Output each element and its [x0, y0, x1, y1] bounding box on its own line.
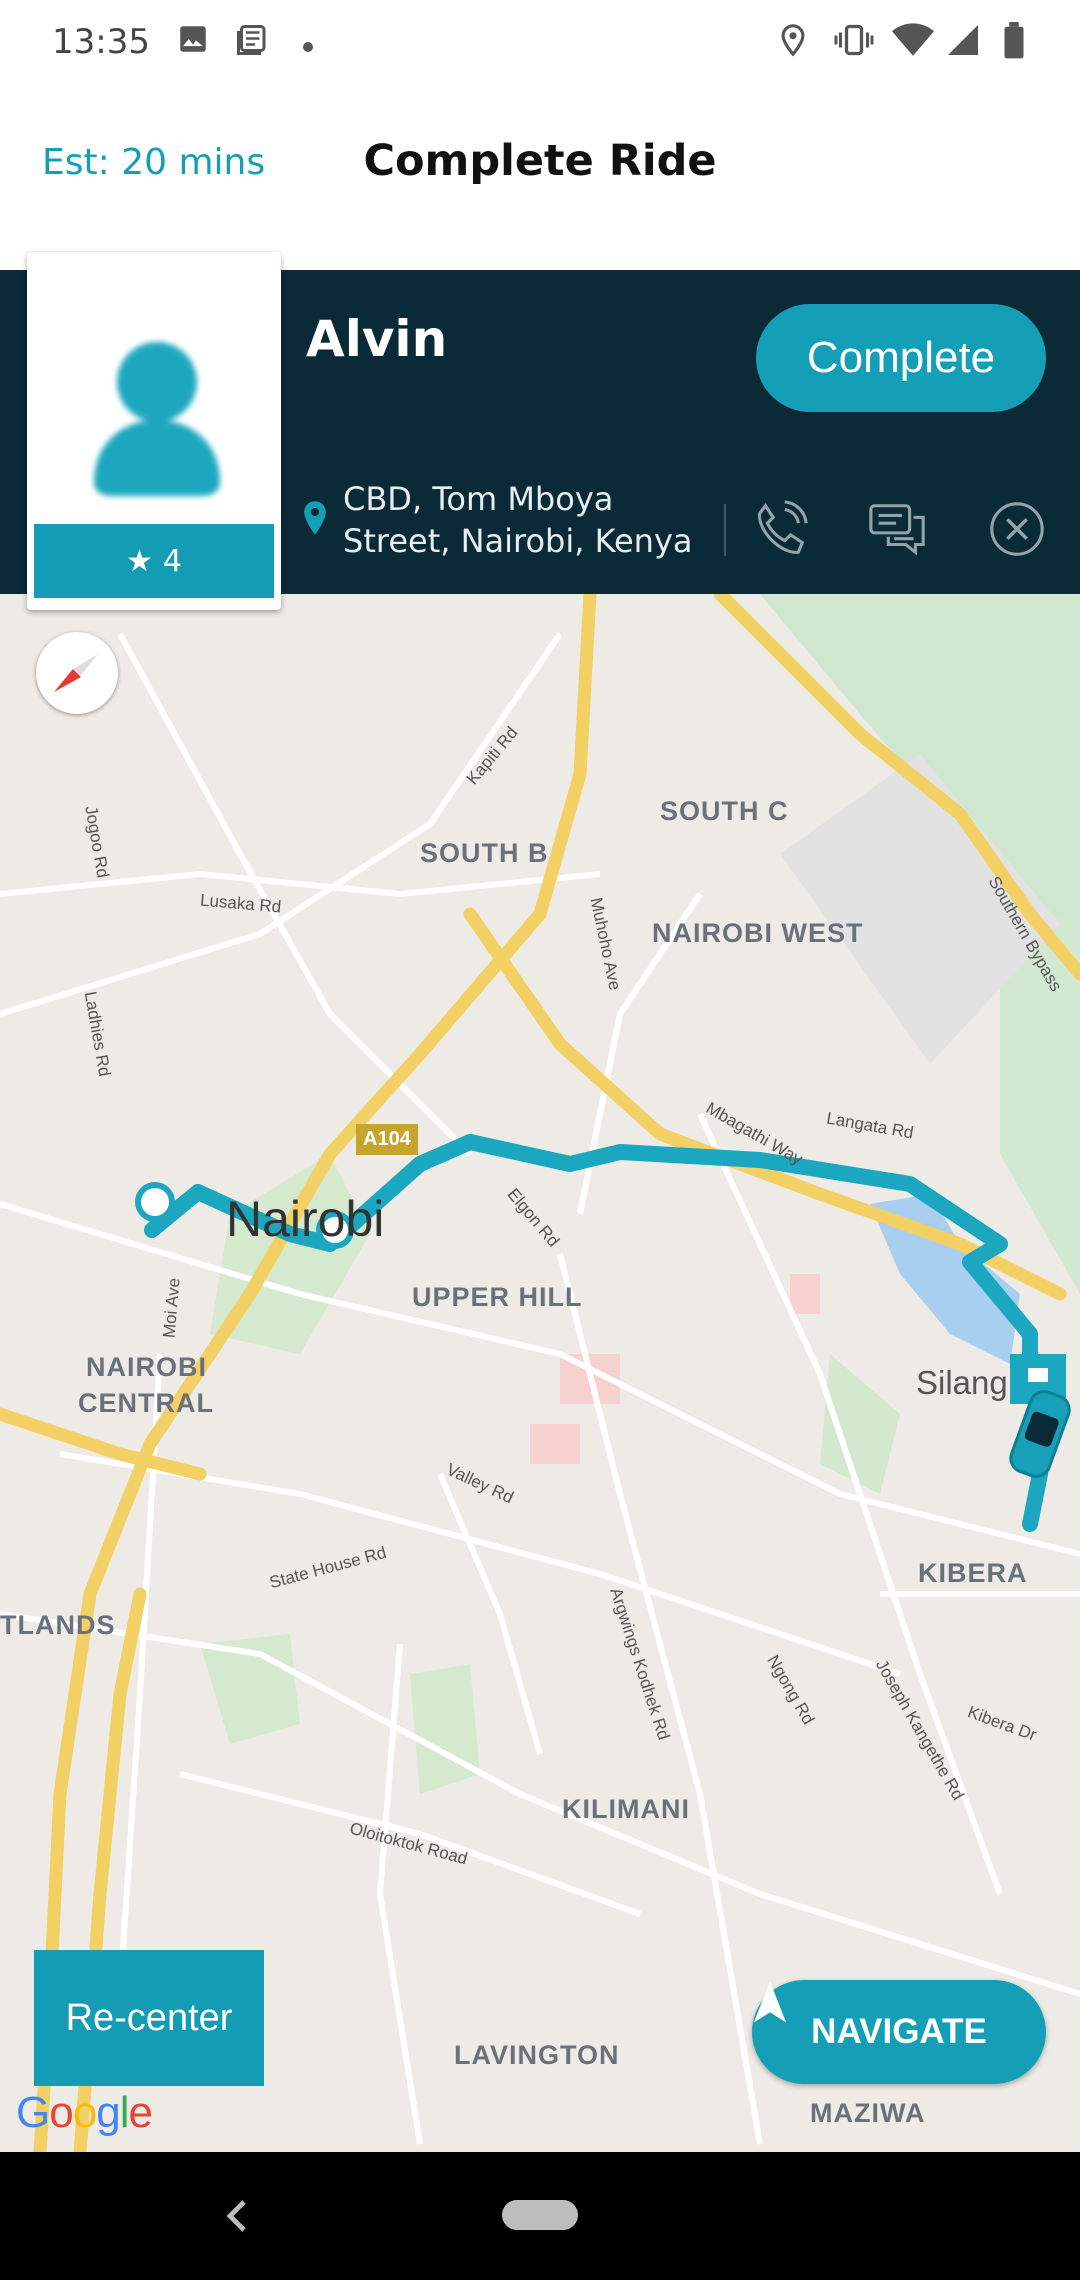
- navigation-arrow-icon: [753, 1981, 787, 2023]
- area-label: LAVINGTON: [454, 2040, 620, 2070]
- area-label: UPPER HILL: [412, 1282, 583, 1312]
- header: Est: 20 mins Complete Ride: [0, 90, 1080, 270]
- rating-badge: ★ 4: [34, 524, 274, 598]
- area-label: NAIROBI: [86, 1352, 207, 1382]
- chat-icon[interactable]: [866, 498, 930, 564]
- area-label: SOUTH C: [660, 796, 789, 826]
- phone-icon[interactable]: [748, 498, 810, 564]
- location-icon: [776, 22, 810, 62]
- place-label: Silang: [916, 1364, 1008, 1401]
- rider-card[interactable]: ★ 4: [27, 252, 281, 610]
- area-label: MAZIWA: [810, 2098, 926, 2128]
- pickup-address: CBD, Tom Mboya Street, Nairobi, Kenya: [343, 480, 693, 560]
- area-label: NAIROBI WEST: [652, 918, 864, 948]
- rating-value: 4: [162, 543, 182, 579]
- divider: [724, 504, 726, 556]
- area-label: CENTRAL: [78, 1388, 214, 1418]
- back-icon[interactable]: [222, 2196, 250, 2240]
- area-label: SOUTH B: [420, 838, 549, 868]
- city-label: Nairobi: [226, 1191, 385, 1247]
- battery-icon: [1000, 22, 1028, 64]
- news-icon: [234, 22, 270, 62]
- pickup-pin-icon: [300, 500, 330, 540]
- avatar-icon: [82, 332, 232, 502]
- dot-icon: [302, 38, 314, 57]
- navigate-label: NAVIGATE: [811, 2012, 987, 2051]
- complete-button[interactable]: Complete: [756, 304, 1046, 412]
- area-label: KILIMANI: [562, 1794, 690, 1824]
- google-logo: Google: [16, 2088, 153, 2137]
- rider-name: Alvin: [306, 310, 448, 368]
- page-title: Complete Ride: [363, 136, 717, 186]
- cancel-icon[interactable]: [986, 498, 1048, 564]
- navigate-button[interactable]: NAVIGATE: [752, 1980, 1046, 2084]
- system-nav-bar: [0, 2152, 1080, 2280]
- area-label: KIBERA: [918, 1558, 1028, 1588]
- image-icon: [176, 22, 210, 60]
- vibrate-icon: [834, 22, 874, 62]
- status-time: 13:35: [52, 22, 150, 62]
- area-label: TLANDS: [0, 1610, 116, 1640]
- map-view[interactable]: SOUTH C SOUTH B NAIROBI WEST UPPER HILL …: [0, 594, 1080, 2152]
- recenter-button[interactable]: Re-center: [34, 1950, 264, 2086]
- compass-icon[interactable]: [36, 632, 118, 714]
- status-bar: 13:35: [0, 0, 1080, 90]
- highway-shield: A104: [356, 1124, 418, 1155]
- signal-icon: [944, 22, 982, 62]
- home-button[interactable]: [502, 2200, 578, 2230]
- star-icon: ★: [126, 543, 153, 579]
- wifi-icon: [892, 22, 934, 62]
